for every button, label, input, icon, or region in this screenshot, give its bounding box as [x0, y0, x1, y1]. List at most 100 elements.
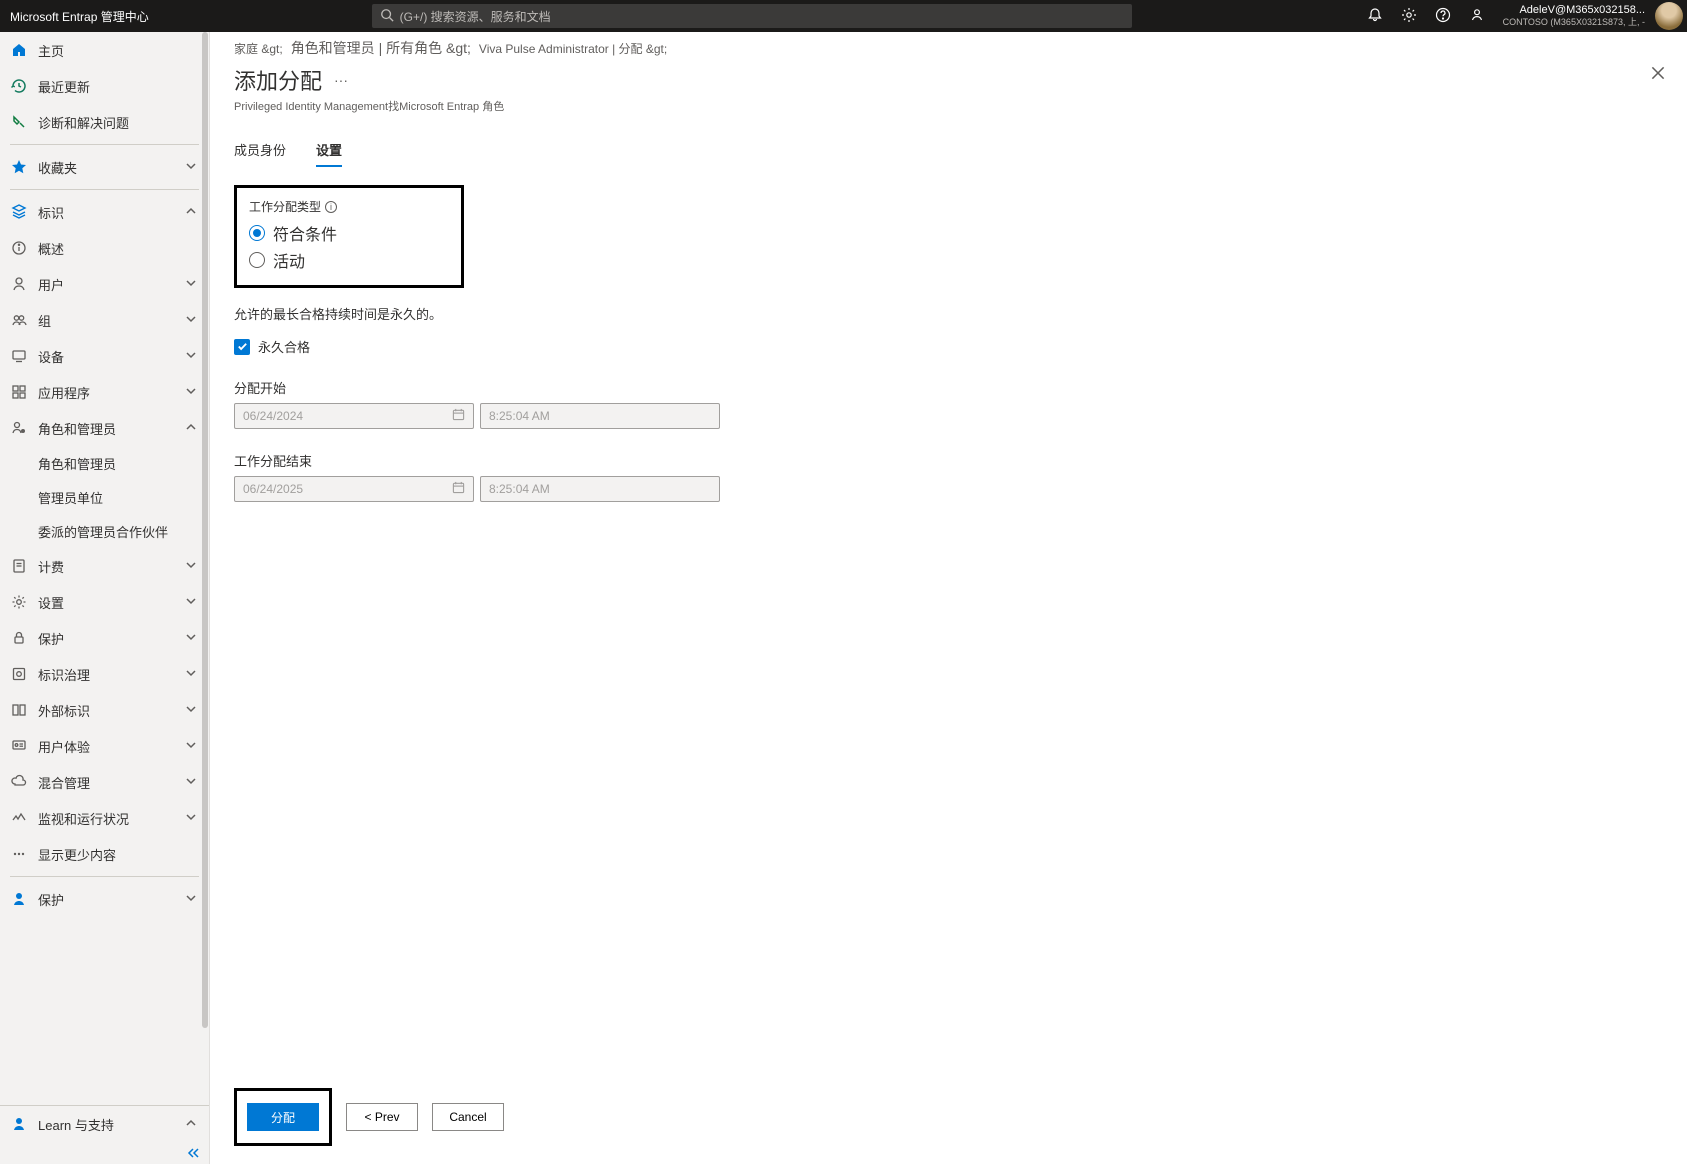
radio-eligible[interactable]: 符合条件	[249, 221, 449, 245]
sidebar-sub-delegated-partners[interactable]: 委派的管理员合作伙伴	[0, 514, 209, 548]
button-label: < Prev	[364, 1110, 399, 1124]
sidebar-scrollbar[interactable]	[201, 32, 209, 1164]
roles-icon	[10, 420, 28, 436]
clock-icon	[10, 78, 28, 94]
assign-button-highlight: 分配	[234, 1088, 332, 1146]
help-icon[interactable]	[1435, 7, 1451, 26]
assignment-type-group: 工作分配类型 i 符合条件 活动	[234, 185, 464, 288]
sidebar-item-governance[interactable]: 标识治理	[0, 656, 209, 692]
radio-active[interactable]: 活动	[249, 248, 449, 272]
sidebar-item-label: 混合管理	[38, 773, 185, 792]
sidebar-item-label: 计费	[38, 557, 185, 576]
end-time-input[interactable]: 8:25:04 AM	[480, 476, 720, 502]
scrollbar-thumb[interactable]	[202, 32, 208, 1028]
sidebar-sub-admin-units[interactable]: 管理员单位	[0, 480, 209, 514]
chevron-up-icon	[185, 205, 199, 220]
end-date-input[interactable]: 06/24/2025	[234, 476, 474, 502]
chevron-down-icon	[185, 313, 199, 328]
person-blue-icon	[10, 1116, 28, 1132]
sidebar-item-label: 组	[38, 311, 185, 330]
divider	[10, 144, 199, 145]
info-icon[interactable]: i	[325, 201, 337, 213]
sidebar-item-hybrid[interactable]: 混合管理	[0, 764, 209, 800]
start-time-input[interactable]: 8:25:04 AM	[480, 403, 720, 429]
footer-buttons: 分配 < Prev Cancel	[234, 1088, 504, 1146]
sidebar-item-roles[interactable]: 角色和管理员	[0, 410, 209, 446]
sidebar-item-label: 诊断和解决问题	[38, 113, 199, 132]
sidebar: 主页 最近更新 诊断和解决问题 收藏夹 标识	[0, 32, 210, 1164]
avatar[interactable]	[1655, 2, 1683, 30]
product-name: Microsoft Entrap 管理中心	[0, 8, 149, 25]
assign-button[interactable]: 分配	[247, 1103, 319, 1131]
user-info[interactable]: AdeleV@M365x032158... CONTOSO (M365X0321…	[1497, 4, 1651, 28]
sidebar-item-label: 应用程序	[38, 383, 185, 402]
feedback-icon[interactable]	[1469, 7, 1485, 26]
start-date-group: 分配开始 06/24/2024 8:25:04 AM	[234, 378, 1663, 429]
breadcrumb-roles[interactable]: 角色和管理员 | 所有角色 &gt;	[291, 38, 471, 58]
breadcrumb-home[interactable]: 家庭 &gt;	[234, 40, 283, 57]
sidebar-item-protect[interactable]: 保护	[0, 620, 209, 656]
sidebar-item-home[interactable]: 主页	[0, 32, 209, 68]
search-icon	[380, 8, 400, 25]
tab-settings[interactable]: 设置	[316, 140, 342, 167]
tenant-name: CONTOSO (M365X0321S873, 上, -	[1503, 16, 1645, 28]
sidebar-item-external-identity[interactable]: 外部标识	[0, 692, 209, 728]
calendar-icon	[452, 481, 465, 497]
shell: 主页 最近更新 诊断和解决问题 收藏夹 标识	[0, 32, 1687, 1164]
chevron-down-icon	[185, 631, 199, 646]
tab-members[interactable]: 成员身份	[234, 140, 286, 167]
sidebar-scroll[interactable]: 主页 最近更新 诊断和解决问题 收藏夹 标识	[0, 32, 209, 1105]
breadcrumb-role-detail[interactable]: Viva Pulse Administrator | 分配 &gt;	[479, 40, 667, 57]
sidebar-sub-label: 角色和管理员	[38, 454, 116, 473]
sidebar-item-settings[interactable]: 设置	[0, 584, 209, 620]
sidebar-item-recent[interactable]: 最近更新	[0, 68, 209, 104]
search-input[interactable]: (G+/) 搜索资源、服务和文档	[372, 4, 1132, 28]
sidebar-item-billing[interactable]: 计费	[0, 548, 209, 584]
field-label-end: 工作分配结束	[234, 451, 1663, 470]
more-actions-icon[interactable]: ···	[334, 72, 348, 88]
device-icon	[10, 348, 28, 364]
help-text: 允许的最长合格持续时间是永久的。	[234, 304, 1663, 323]
sidebar-item-apps[interactable]: 应用程序	[0, 374, 209, 410]
sidebar-item-groups[interactable]: 组	[0, 302, 209, 338]
hybrid-icon	[10, 774, 28, 790]
chevron-down-icon	[185, 349, 199, 364]
chevron-down-icon	[185, 385, 199, 400]
chevron-up-icon	[185, 421, 199, 436]
sidebar-item-show-less[interactable]: 显示更少内容	[0, 836, 209, 872]
prev-button[interactable]: < Prev	[346, 1103, 418, 1131]
divider	[10, 876, 199, 877]
chevron-down-icon	[185, 739, 199, 754]
lock-icon	[10, 630, 28, 646]
sidebar-item-protect-2[interactable]: 保护	[0, 881, 209, 917]
radio-icon	[249, 225, 265, 241]
sidebar-sub-roles-admins[interactable]: 角色和管理员	[0, 446, 209, 480]
user-name: AdeleV@M365x032158...	[1519, 4, 1645, 16]
sidebar-item-diagnose[interactable]: 诊断和解决问题	[0, 104, 209, 140]
identity-icon	[10, 204, 28, 220]
sidebar-item-favorites[interactable]: 收藏夹	[0, 149, 209, 185]
radio-icon	[249, 252, 265, 268]
sidebar-item-user-experience[interactable]: 用户体验	[0, 728, 209, 764]
sidebar-sub-label: 委派的管理员合作伙伴	[38, 522, 168, 541]
sidebar-item-users[interactable]: 用户	[0, 266, 209, 302]
start-date-input[interactable]: 06/24/2024	[234, 403, 474, 429]
cancel-button[interactable]: Cancel	[432, 1103, 504, 1131]
sidebar-item-overview[interactable]: 概述	[0, 230, 209, 266]
notifications-icon[interactable]	[1367, 7, 1383, 26]
close-blade-button[interactable]	[1649, 64, 1667, 85]
settings-icon[interactable]	[1401, 7, 1417, 26]
page-subtitle: Privileged Identity Management找Microsoft…	[234, 98, 1663, 114]
sidebar-item-label: 用户体验	[38, 737, 185, 756]
chevron-down-icon	[185, 559, 199, 574]
sidebar-item-label: 保护	[38, 629, 185, 648]
sidebar-item-devices[interactable]: 设备	[0, 338, 209, 374]
collapse-sidebar-button[interactable]	[0, 1142, 209, 1164]
dots-icon	[10, 846, 28, 862]
checkbox-permanent[interactable]: 永久合格	[234, 337, 1663, 356]
sidebar-item-label: 设置	[38, 593, 185, 612]
sidebar-item-label: 标识	[38, 203, 185, 222]
sidebar-item-learn-support[interactable]: Learn 与支持	[0, 1106, 209, 1142]
sidebar-item-monitoring[interactable]: 监视和运行状况	[0, 800, 209, 836]
sidebar-item-identity[interactable]: 标识	[0, 194, 209, 230]
